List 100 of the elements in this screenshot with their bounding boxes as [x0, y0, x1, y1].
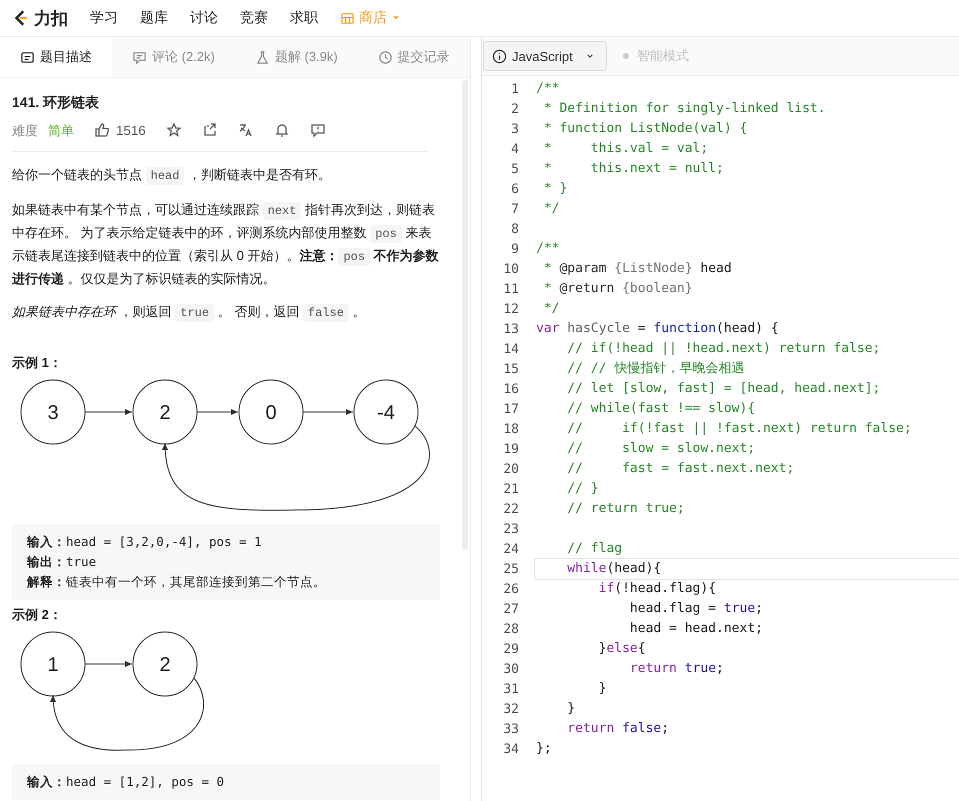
bell-icon	[274, 122, 290, 138]
line-number: 13	[502, 322, 520, 336]
line-number: 9	[510, 242, 520, 256]
feedback-button[interactable]	[310, 122, 326, 138]
code-line: // fast = fast.next.next;	[566, 460, 796, 478]
line-number: 14	[502, 342, 520, 356]
line-number: 22	[502, 502, 520, 516]
language-dropdown[interactable]: JavaScript	[483, 41, 608, 71]
notify-button[interactable]	[274, 122, 290, 138]
translate-button[interactable]	[238, 122, 254, 138]
description-paragraph: 给你一个链表的头节点 head ，判断链表中是否有环。	[12, 166, 332, 187]
line-number: 4	[510, 142, 520, 156]
list-node: 2	[132, 632, 198, 696]
line-number: 23	[502, 522, 520, 536]
nav-link[interactable]: 讨论	[190, 9, 218, 27]
code-line: // flag	[566, 540, 624, 558]
code-line: // // 快慢指针，早晚会相遇	[566, 360, 746, 378]
code-line: /**	[535, 240, 560, 258]
line-number: 29	[502, 642, 520, 656]
store-icon	[340, 10, 355, 26]
code-line: // slow = slow.next;	[566, 440, 756, 458]
line-number: 11	[502, 282, 520, 296]
code-line: head = head.next;	[628, 620, 764, 638]
code-line: // if(!fast || !fast.next) return false;	[566, 420, 913, 438]
code-line: }	[598, 680, 608, 698]
difficulty-value: 简单	[48, 122, 74, 140]
like-button[interactable]: 1516	[94, 122, 146, 138]
example-heading: 示例 2：	[12, 606, 63, 624]
code-line: * Definition for singly-linked list.	[542, 100, 827, 118]
nav-link[interactable]: 学习	[90, 9, 118, 27]
code-line: head.flag = true;	[628, 600, 764, 618]
nav-link[interactable]: 竞赛	[240, 9, 268, 27]
line-number: 3	[510, 122, 520, 136]
problem-title: 141. 环形链表	[12, 93, 100, 112]
line-number: 32	[502, 702, 520, 716]
code-line: * @return {boolean}	[542, 280, 694, 298]
code-line: return true;	[628, 660, 725, 678]
nav-link[interactable]: 求职	[290, 9, 318, 27]
code-line: };	[535, 740, 553, 758]
code-line: // if(!head || !head.next) return false;	[566, 340, 882, 358]
line-number: 25	[502, 562, 520, 576]
list-node: -4	[354, 380, 418, 444]
thumbs-up-icon	[94, 122, 110, 138]
current-code-line: while(head){	[535, 559, 959, 579]
line-number: 15	[502, 362, 520, 376]
loop-target-node: 1	[20, 632, 86, 696]
line-number: 26	[502, 582, 520, 596]
code-line: return false;	[566, 720, 670, 738]
line-number: 34	[502, 742, 520, 756]
example-line: 输出：true	[27, 553, 98, 571]
info-icon	[492, 48, 507, 64]
line-number: 6	[510, 182, 520, 196]
line-number: 18	[502, 422, 520, 436]
arrow	[196, 409, 238, 415]
line-number: 31	[502, 682, 520, 696]
code-line: * @param {ListNode} head	[542, 260, 733, 278]
code-line: /**	[535, 80, 560, 98]
line-number: 8	[510, 222, 520, 236]
loop-target-node: 2	[132, 380, 198, 444]
code-line: // }	[566, 480, 600, 498]
line-number: 20	[502, 462, 520, 476]
code-line: */	[542, 200, 560, 218]
description-paragraph: 如果链表中存在环 ，则返回 true 。 否则，返回 false 。	[12, 303, 367, 324]
tab[interactable]: 题目描述	[0, 37, 112, 77]
code-line: // return true;	[566, 500, 686, 518]
flask-icon	[254, 50, 270, 64]
logo-text[interactable]: 力扣	[34, 6, 68, 30]
list-node: 3	[20, 380, 86, 444]
star-icon	[166, 122, 182, 138]
code-line: // while(fast !== slow){	[566, 400, 756, 418]
line-number: 2	[510, 102, 520, 116]
example-line: 输入：head = [1,2], pos = 0	[27, 773, 226, 791]
speech-bubble-icon	[132, 50, 147, 64]
line-number: 24	[502, 542, 520, 556]
document-icon	[20, 50, 35, 64]
code-line: var hasCycle = function(head) {	[535, 320, 780, 338]
line-number: 16	[502, 382, 520, 396]
example-heading: 示例 1：	[12, 354, 63, 372]
line-number: 1	[510, 82, 520, 96]
arrow	[84, 661, 132, 667]
example-line: 输入：head = [3,2,0,-4], pos = 1	[27, 533, 263, 551]
line-number: 12	[502, 302, 520, 316]
nav-link[interactable]: 题库	[140, 9, 168, 27]
arrow	[302, 409, 354, 415]
line-number: 7	[510, 202, 520, 216]
line-number: 19	[502, 442, 520, 456]
description-paragraph: 如果链表中有某个节点，可以通过连续跟踪 next 指针再次到达，则链表中存在环。 为了表示给定链表中的环，评测系统内部使用整数 pos 来表示链表尾连接到链表中的位置（索引从 0 开始）。注意： pos 不作为参数进行传递 。仅仅是为了标识链表的实际情况。	[12, 201, 440, 288]
code-line: // let [slow, fast] = [head, head.next];	[566, 380, 882, 398]
favorite-button[interactable]	[166, 122, 182, 138]
clock-icon	[378, 50, 393, 64]
example-line: 解释：链表中有一个环，其尾部连接到第二个节点。	[27, 573, 327, 591]
code-line: */	[542, 300, 560, 318]
translate-icon	[238, 122, 254, 138]
code-line: * }	[542, 180, 568, 198]
share-button[interactable]	[202, 122, 218, 138]
feedback-icon	[310, 122, 326, 138]
arrow	[84, 409, 132, 415]
code-line: * this.val = val;	[542, 140, 710, 158]
list-node: 0	[238, 380, 304, 444]
difficulty-label: 难度	[12, 122, 38, 140]
